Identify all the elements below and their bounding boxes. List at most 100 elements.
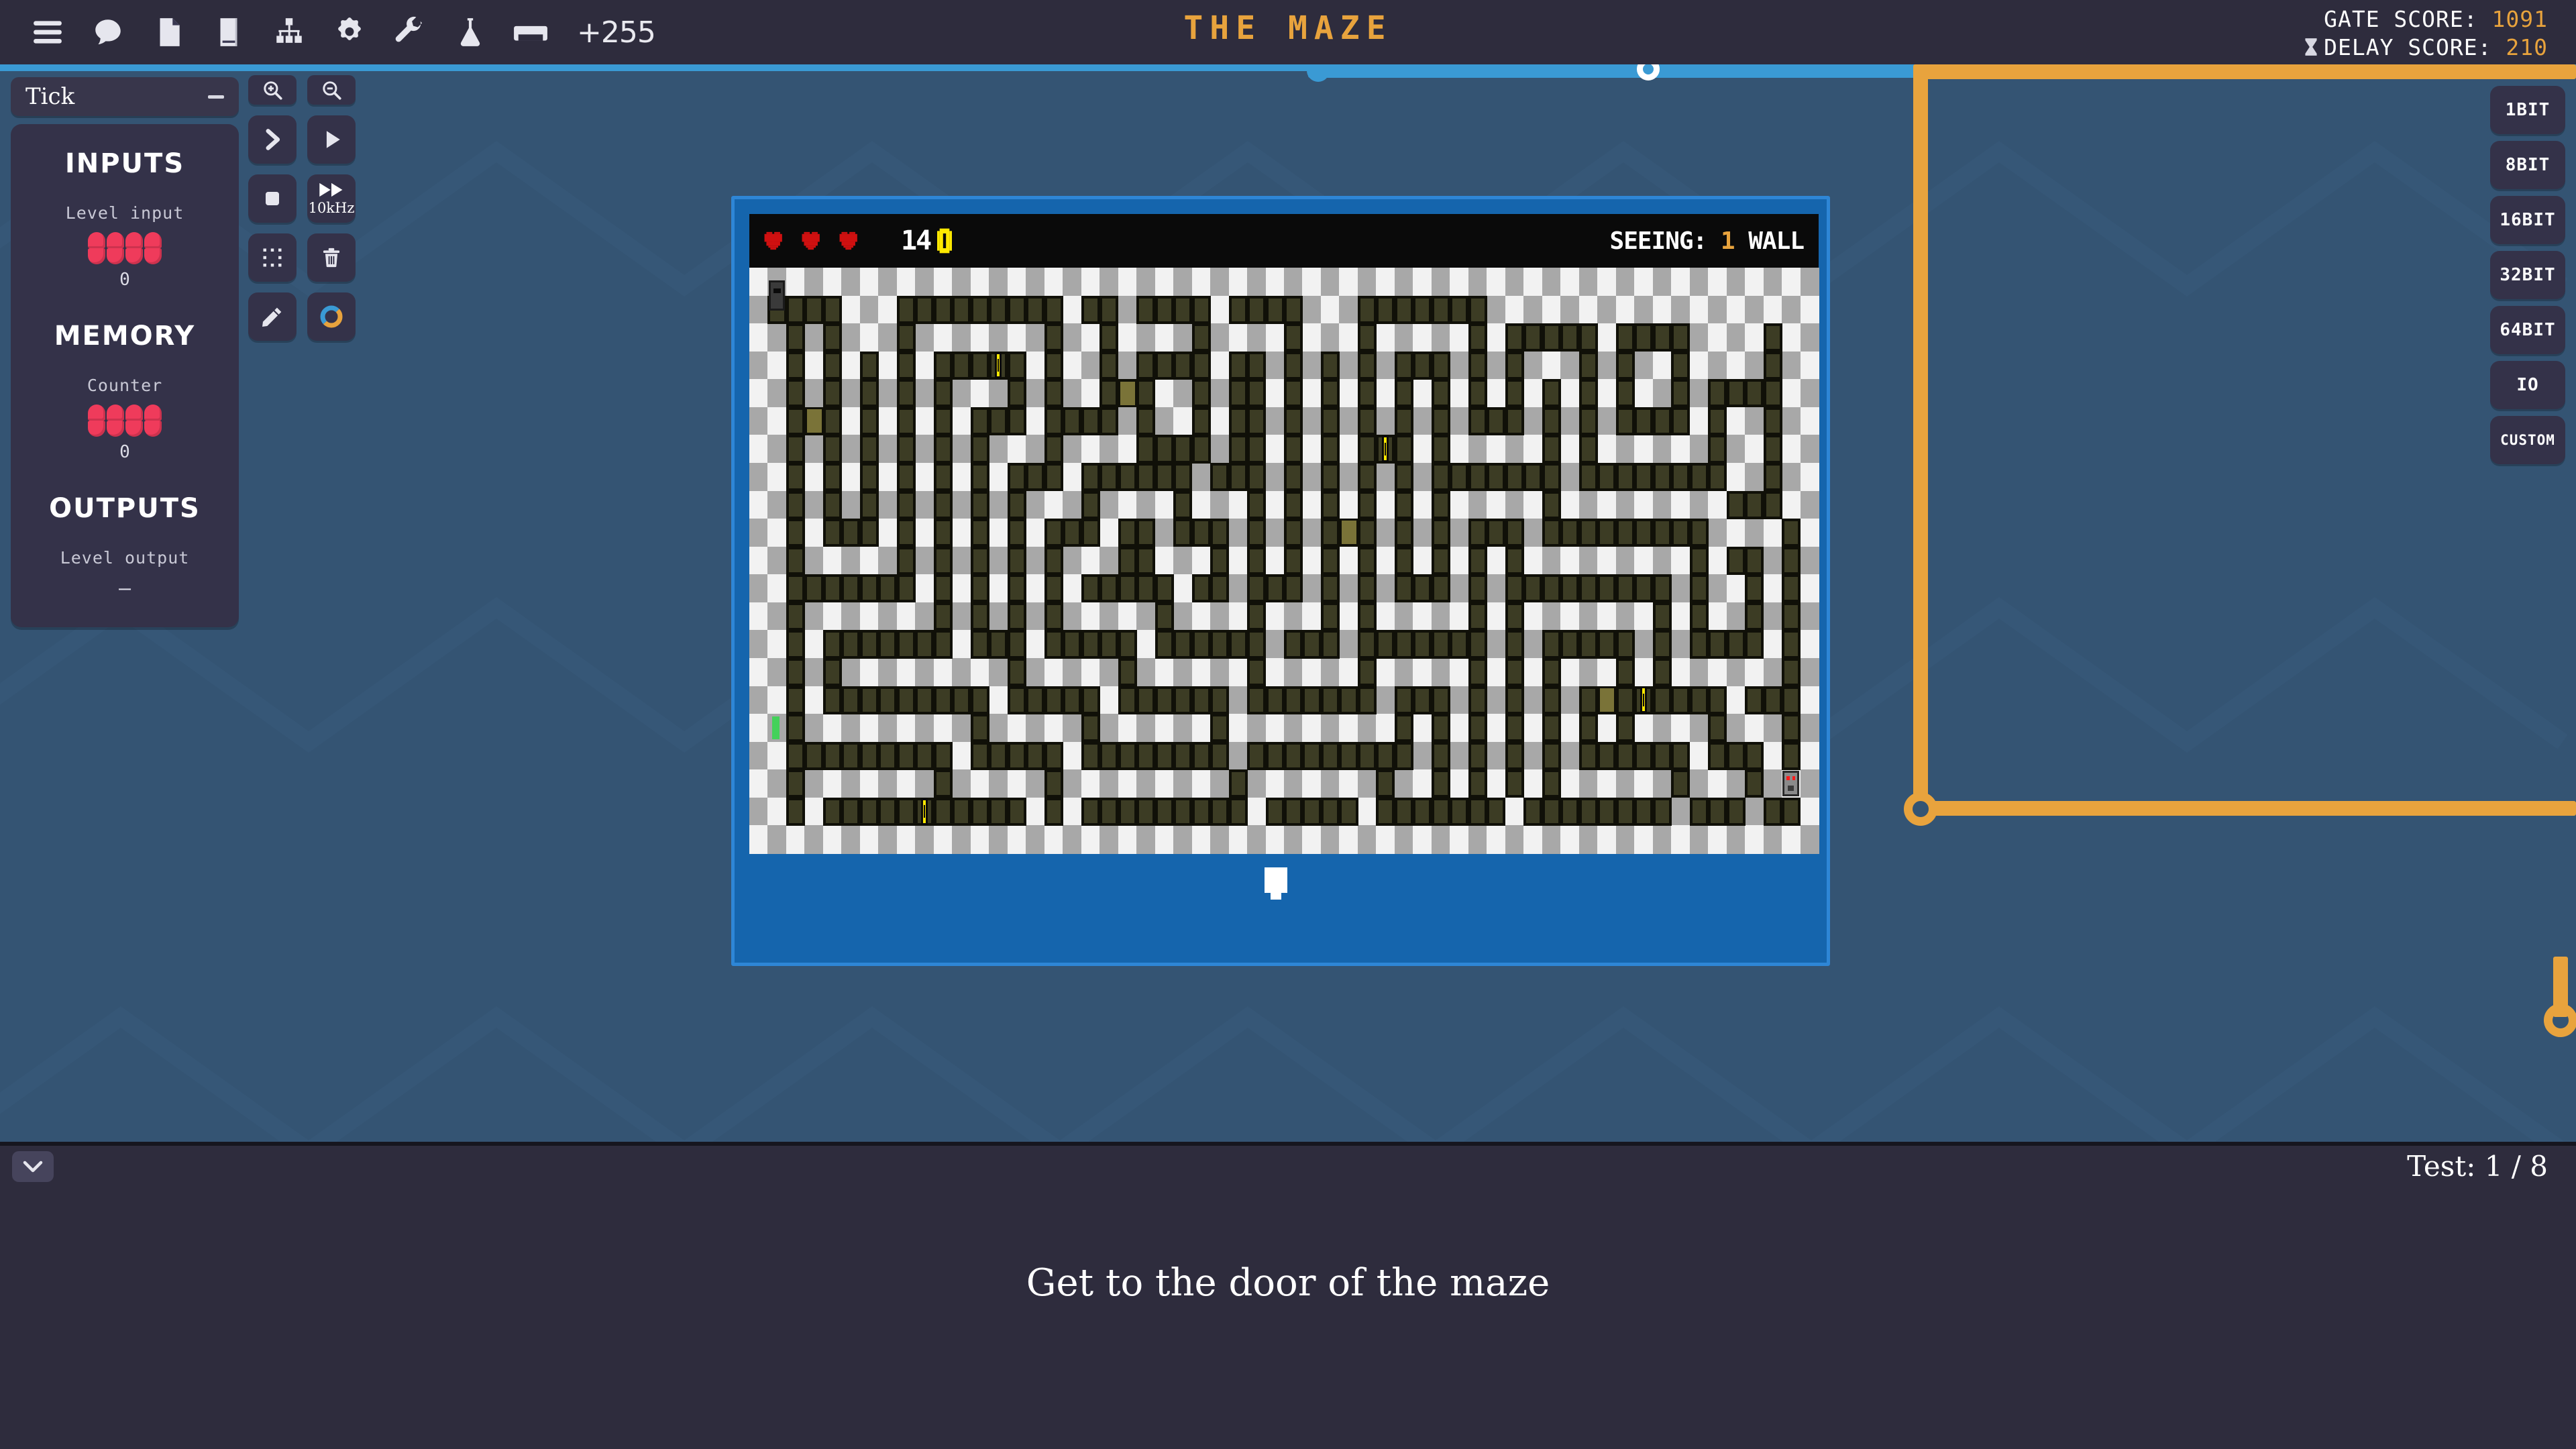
palette-32bit[interactable]: 32BIT xyxy=(2490,251,2565,299)
bit[interactable] xyxy=(125,421,143,437)
maze-floor-tile xyxy=(1763,519,1782,547)
maze-wall xyxy=(1597,741,1617,770)
maze-game-window[interactable]: 14 SEEING: 1 WALL xyxy=(731,196,1830,966)
maze-floor-tile xyxy=(841,602,861,631)
counter-bit-row-1[interactable] xyxy=(87,405,162,421)
maze-wall xyxy=(822,686,842,714)
bit[interactable] xyxy=(125,232,143,248)
maze-wall xyxy=(1542,435,1561,464)
wire-orange-horizontal-bottom[interactable] xyxy=(1928,801,2576,816)
maze-cracked-wall xyxy=(1599,688,1615,712)
level-input-bit-row-2[interactable] xyxy=(87,248,162,264)
wire-node-orange-corner[interactable] xyxy=(1904,792,1937,826)
bit[interactable] xyxy=(144,405,162,421)
draw-button[interactable] xyxy=(248,292,297,341)
counter-bit-row-2[interactable] xyxy=(87,421,162,437)
wire-orange-horizontal-top[interactable] xyxy=(1913,64,2576,79)
robot-eye-right xyxy=(1792,775,1795,781)
maze-wall xyxy=(1136,463,1156,492)
maze-floor-tile xyxy=(952,714,971,743)
fast-forward-button[interactable]: 10kHz xyxy=(307,174,356,223)
maze-floor-tile xyxy=(933,268,953,297)
maze-floor-tile xyxy=(1394,658,1413,687)
counter-bits[interactable] xyxy=(11,405,239,437)
zoom-in-button[interactable] xyxy=(248,75,297,105)
maze-wall xyxy=(1468,546,1487,575)
bit[interactable] xyxy=(88,421,105,437)
bit[interactable] xyxy=(88,248,105,264)
maze-floor-tile xyxy=(841,295,861,324)
maze-floor-tile xyxy=(1431,268,1450,297)
delete-button[interactable] xyxy=(307,233,356,282)
palette-8bit[interactable]: 8BIT xyxy=(2490,141,2565,189)
maze-wall xyxy=(896,686,916,714)
maze-wall xyxy=(1689,630,1709,659)
maze-wall xyxy=(1708,463,1727,492)
bit[interactable] xyxy=(144,232,162,248)
maze-grid[interactable] xyxy=(749,268,1819,854)
maze-floor-tile xyxy=(1155,519,1174,547)
palette-64bit[interactable]: 64BIT xyxy=(2490,306,2565,354)
maze-wall xyxy=(933,463,953,492)
maze-floor-tile xyxy=(1413,323,1432,352)
palette-button[interactable] xyxy=(307,292,356,341)
maze-floor-tile xyxy=(1026,268,1045,297)
maze-floor-tile xyxy=(1413,519,1432,547)
palette-custom[interactable]: CUSTOM xyxy=(2490,416,2565,464)
level-input-bits[interactable] xyxy=(11,232,239,264)
maze-wall xyxy=(1671,463,1690,492)
wire-orange-vertical[interactable] xyxy=(1913,64,1928,817)
bit[interactable] xyxy=(125,248,143,264)
maze-wall xyxy=(786,546,806,575)
maze-floor-tile xyxy=(841,435,861,464)
select-button[interactable] xyxy=(248,233,297,282)
maze-wall xyxy=(1487,407,1506,435)
bit[interactable] xyxy=(107,232,124,248)
maze-wall xyxy=(1468,407,1487,435)
minus-icon[interactable] xyxy=(208,95,224,99)
maze-wall xyxy=(1284,463,1303,492)
palette-16bit[interactable]: 16BIT xyxy=(2490,196,2565,244)
maze-wall xyxy=(1505,630,1524,659)
palette-1bit[interactable]: 1BIT xyxy=(2490,86,2565,134)
collapse-panel-button[interactable] xyxy=(12,1151,54,1182)
maze-wall xyxy=(1394,574,1413,603)
maze-floor-tile xyxy=(1745,714,1764,743)
bit[interactable] xyxy=(144,421,162,437)
maze-floor-tile xyxy=(1265,714,1285,743)
stop-button[interactable] xyxy=(248,174,297,223)
maze-floor-tile xyxy=(1413,658,1432,687)
zoom-out-button[interactable] xyxy=(307,75,356,105)
bit[interactable] xyxy=(107,421,124,437)
tick-panel-header[interactable]: Tick xyxy=(11,77,239,116)
bit[interactable] xyxy=(107,405,124,421)
palette-io[interactable]: IO xyxy=(2490,361,2565,409)
maze-wall xyxy=(1136,407,1156,435)
maze-floor-tile xyxy=(1671,630,1690,659)
bit[interactable] xyxy=(88,405,105,421)
maze-wall xyxy=(1505,769,1524,798)
maze-floor-tile xyxy=(1063,379,1082,408)
maze-wall xyxy=(1320,490,1340,519)
maze-floor-tile xyxy=(1615,295,1635,324)
maze-floor-tile xyxy=(1800,825,1819,854)
maze-floor-tile xyxy=(1671,658,1690,687)
bit[interactable] xyxy=(144,248,162,264)
maze-wall xyxy=(933,435,953,464)
maze-wall xyxy=(1007,295,1026,324)
level-input-bit-row-1[interactable] xyxy=(87,232,162,248)
robot-mouth xyxy=(1788,786,1794,791)
bit[interactable] xyxy=(125,405,143,421)
maze-wall xyxy=(1615,658,1635,687)
wire-orange-right-stub[interactable] xyxy=(2553,957,2568,1017)
play-button[interactable] xyxy=(307,115,356,164)
maze-floor-tile xyxy=(1597,490,1617,519)
maze-floor-tile xyxy=(767,686,787,714)
step-button[interactable] xyxy=(248,115,297,164)
bit[interactable] xyxy=(88,232,105,248)
maze-floor-tile xyxy=(1063,797,1082,826)
bit[interactable] xyxy=(107,248,124,264)
maze-floor-tile xyxy=(1155,379,1174,408)
maze-floor-tile xyxy=(1671,546,1690,575)
maze-floor-tile xyxy=(1173,546,1193,575)
